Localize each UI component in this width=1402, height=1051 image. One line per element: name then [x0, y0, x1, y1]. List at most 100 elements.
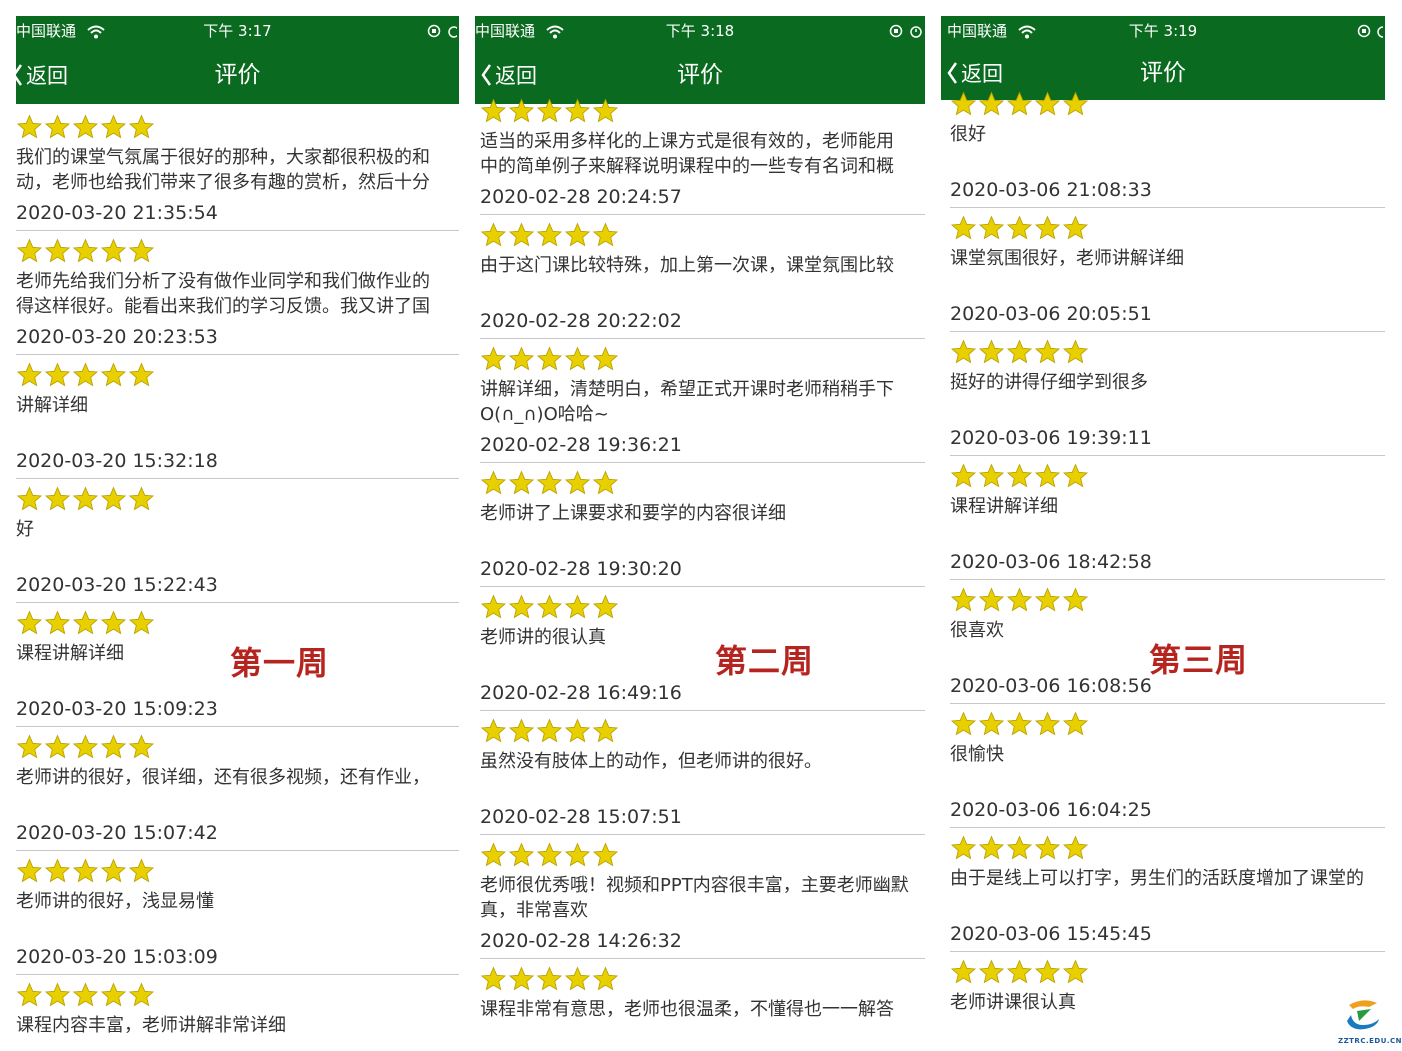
review-item[interactable]: 很好 2020-03-06 21:08:33 — [950, 84, 1385, 208]
star-icon — [128, 362, 155, 387]
star-icon — [950, 339, 977, 364]
review-item[interactable]: 老师讲的很认真 2020-02-28 16:49:16 — [480, 587, 925, 711]
phone-screen-week-1: 中国联通 下午 3:17 返回 评价 我们的课堂气氛属于很好的那种，大家都很积极… — [16, 16, 459, 1036]
star-icon — [72, 114, 99, 139]
review-item[interactable]: 虽然没有肢体上的动作，但老师讲的很好。 2020-02-28 15:07:51 — [480, 711, 925, 835]
star-icon — [592, 594, 619, 619]
review-text: 很愉快 — [950, 744, 1004, 765]
review-item[interactable]: 课程非常有意思，老师也很温柔，不懂得也一一解答 — [480, 959, 925, 1036]
star-icon — [128, 858, 155, 883]
review-item[interactable]: 老师讲了上课要求和要学的内容很详细 2020-02-28 19:30:20 — [480, 463, 925, 587]
star-icon — [100, 858, 127, 883]
review-item[interactable]: 课程内容丰富，老师讲解非常详细 — [16, 975, 459, 1036]
review-list[interactable]: 适当的采用多样化的上课方式是很有效的，老师能用 中的简单例子来解释说明课程中的一… — [480, 91, 925, 1036]
review-list[interactable]: 我们的课堂气氛属于很好的那种，大家都很积极的和 动，老师也给我们带来了很多有趣的… — [16, 107, 459, 1036]
star-rating — [950, 959, 1089, 985]
star-icon — [1034, 215, 1061, 240]
review-date: 2020-02-28 14:26:32 — [480, 930, 682, 952]
review-text: 很好 — [950, 124, 986, 145]
star-rating — [480, 594, 619, 620]
star-icon — [508, 842, 535, 867]
review-text: 课程非常有意思，老师也很温柔，不懂得也一一解答 — [480, 999, 894, 1020]
review-item[interactable]: 由于是线上可以打字，男生们的活跃度增加了课堂的 2020-03-06 15:45:… — [950, 828, 1385, 952]
review-item[interactable]: 课程讲解详细 2020-03-06 18:42:58 — [950, 456, 1385, 580]
review-item[interactable]: 老师讲的很好，浅显易懂 2020-03-20 15:03:09 — [16, 851, 459, 975]
review-text: 适当的采用多样化的上课方式是很有效的，老师能用 中的简单例子来解释说明课程中的一… — [480, 131, 894, 177]
star-icon — [536, 470, 563, 495]
star-icon — [536, 346, 563, 371]
clock: 下午 3:19 — [1128, 22, 1198, 40]
review-item[interactable]: 课堂氛围很好，老师讲解详细 2020-03-06 20:05:51 — [950, 208, 1385, 332]
review-item[interactable]: 老师讲课很认真 — [950, 952, 1385, 1036]
review-item[interactable]: 适当的采用多样化的上课方式是很有效的，老师能用 中的简单例子来解释说明课程中的一… — [480, 91, 925, 215]
star-rating — [16, 486, 155, 512]
alarm-icon — [448, 26, 457, 38]
review-date: 2020-03-06 19:39:11 — [950, 427, 1152, 449]
star-icon — [16, 610, 43, 635]
star-icon — [1006, 215, 1033, 240]
review-date: 2020-02-28 15:07:51 — [480, 806, 682, 828]
star-icon — [1062, 587, 1089, 612]
star-icon — [1006, 835, 1033, 860]
star-icon — [100, 734, 127, 759]
star-icon — [978, 835, 1005, 860]
star-icon — [508, 966, 535, 991]
review-item[interactable]: 老师很优秀哦！视频和PPT内容很丰富，主要老师幽默 真，非常喜欢 2020-02-… — [480, 835, 925, 959]
star-icon — [44, 486, 71, 511]
star-icon — [1062, 959, 1089, 984]
star-icon — [128, 610, 155, 635]
star-icon — [1034, 711, 1061, 736]
review-item[interactable]: 由于这门课比较特殊，加上第一次课，课堂氛围比较 2020-02-28 20:22:… — [480, 215, 925, 339]
star-icon — [72, 858, 99, 883]
review-item[interactable]: 老师讲的很好，很详细，还有很多视频，还有作业， 2020-03-20 15:07:… — [16, 727, 459, 851]
star-rating — [480, 470, 619, 496]
star-icon — [978, 711, 1005, 736]
review-text: 讲解详细 — [16, 395, 88, 416]
review-item[interactable]: 好 2020-03-20 15:22:43 — [16, 479, 459, 603]
star-icon — [1034, 463, 1061, 488]
review-item[interactable]: 很愉快 2020-03-06 16:04:25 — [950, 704, 1385, 828]
logo-icon — [1347, 1000, 1379, 1030]
star-icon — [592, 346, 619, 371]
review-item[interactable]: 讲解详细，清楚明白，希望正式开课时老师稍稍手下 O(∩_∩)O哈哈~ 2020-0… — [480, 339, 925, 463]
star-rating — [16, 610, 155, 636]
review-date: 2020-03-20 21:35:54 — [16, 202, 218, 224]
star-icon — [480, 966, 507, 991]
star-rating — [950, 215, 1089, 241]
star-icon — [480, 98, 507, 123]
review-item[interactable]: 讲解详细 2020-03-20 15:32:18 — [16, 355, 459, 479]
star-icon — [536, 718, 563, 743]
star-icon — [978, 959, 1005, 984]
star-icon — [16, 486, 43, 511]
review-text: 课堂氛围很好，老师讲解详细 — [950, 248, 1184, 269]
review-text: 老师讲的很好，很详细，还有很多视频，还有作业， — [16, 767, 430, 788]
star-icon — [100, 610, 127, 635]
star-icon — [480, 842, 507, 867]
alarm-icon — [1377, 26, 1383, 38]
star-icon — [978, 91, 1005, 116]
star-icon — [480, 222, 507, 247]
star-icon — [564, 98, 591, 123]
review-date: 2020-03-06 20:05:51 — [950, 303, 1152, 325]
star-icon — [100, 982, 127, 1007]
star-icon — [1034, 91, 1061, 116]
review-item[interactable]: 我们的课堂气氛属于很好的那种，大家都很积极的和 动，老师也给我们带来了很多有趣的… — [16, 107, 459, 231]
star-rating — [950, 835, 1089, 861]
review-item[interactable]: 挺好的讲得仔细学到很多 2020-03-06 19:39:11 — [950, 332, 1385, 456]
star-icon — [592, 470, 619, 495]
star-icon — [536, 222, 563, 247]
star-icon — [44, 982, 71, 1007]
page-title: 评价 — [214, 62, 261, 88]
star-icon — [536, 966, 563, 991]
review-date: 2020-03-20 15:32:18 — [16, 450, 218, 472]
review-text: 挺好的讲得仔细学到很多 — [950, 372, 1148, 393]
review-item[interactable]: 老师先给我们分析了没有做作业同学和我们做作业的 得这样很好。能看出来我们的学习反… — [16, 231, 459, 355]
review-date: 2020-02-28 19:30:20 — [480, 558, 682, 580]
star-icon — [44, 858, 71, 883]
star-icon — [128, 486, 155, 511]
clock: 下午 3:18 — [665, 22, 735, 40]
star-icon — [16, 858, 43, 883]
week-label: 第一周 — [230, 644, 330, 682]
review-list[interactable]: 很好 2020-03-06 21:08:33 课堂氛围很好，老师讲解详细 2020-0… — [950, 84, 1385, 1036]
star-icon — [100, 486, 127, 511]
